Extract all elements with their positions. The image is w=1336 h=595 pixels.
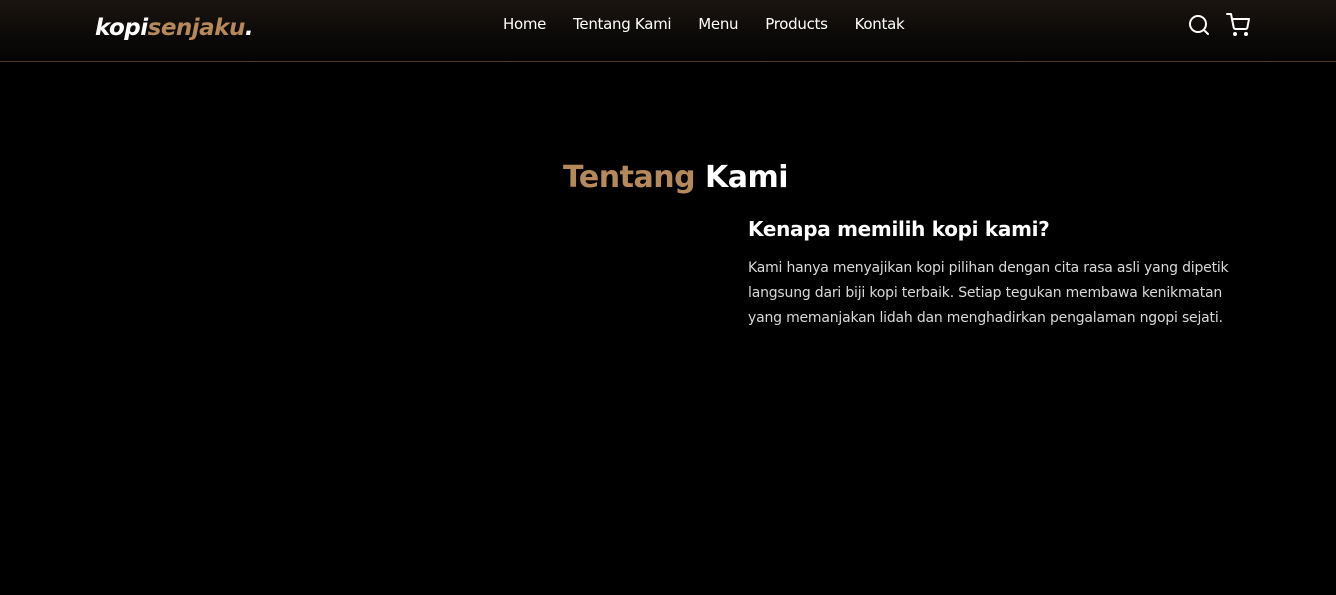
search-icon[interactable] <box>1187 13 1211 37</box>
about-image <box>110 213 670 553</box>
section-title-rest: Kami <box>705 159 789 195</box>
nav-item-menu[interactable]: Menu <box>698 12 738 36</box>
about-description: Kami hanya menyajikan kopi pilihan denga… <box>748 260 1229 326</box>
navbar: kopisenjaku. Home Tentang Kami Menu Prod… <box>0 0 1336 62</box>
section-title: Tentang Kami <box>0 158 1336 198</box>
brand-logo-part1: kopi <box>95 15 148 41</box>
about-content: Kenapa memilih kopi kami? Kami hanya men… <box>748 213 1238 331</box>
section-title-accent: Tentang <box>562 159 696 195</box>
nav-item-kontak[interactable]: Kontak <box>855 12 905 36</box>
brand-logo-suffix: . <box>244 15 254 41</box>
about-heading: Kenapa memilih kopi kami? <box>748 217 1050 241</box>
brand-logo[interactable]: kopisenjaku. <box>95 12 254 44</box>
nav-item-tentang-kami[interactable]: Tentang Kami <box>573 12 671 36</box>
nav-item-home[interactable]: Home <box>503 12 546 36</box>
nav-item-products[interactable]: Products <box>765 12 828 36</box>
shopping-cart-icon[interactable] <box>1226 13 1250 37</box>
brand-logo-part2: senjaku <box>147 15 246 41</box>
main-nav: Home Tentang Kami Menu Products Kontak <box>503 12 905 36</box>
